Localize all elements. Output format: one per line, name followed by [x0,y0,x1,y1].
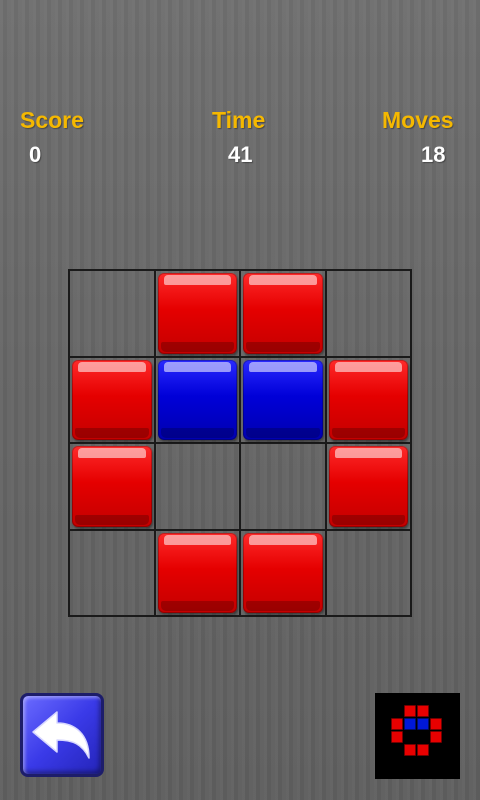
preview-red-tile [404,705,416,717]
board-cell[interactable] [154,529,240,616]
red-tile[interactable] [72,359,152,440]
preview-red-tile [391,718,403,730]
preview-blue-tile [417,718,429,730]
back-button[interactable] [20,693,104,777]
preview-red-tile [430,718,442,730]
board-cell[interactable] [69,270,155,357]
board-cell[interactable] [69,529,155,616]
board-cell[interactable] [325,443,411,530]
red-tile[interactable] [243,273,323,354]
time-value: 41 [228,142,253,167]
red-tile[interactable] [157,273,237,354]
board-cell[interactable] [325,529,411,616]
score-value: 0 [29,142,42,167]
target-pattern-preview [375,693,460,779]
board-cell[interactable] [69,443,155,530]
blue-tile[interactable] [157,359,237,440]
preview-red-tile [417,744,429,756]
preview-red-tile [404,744,416,756]
time-label: Time [212,107,266,133]
red-tile[interactable] [157,532,237,613]
board-cell[interactable] [240,270,326,357]
moves-value: 18 [421,142,446,167]
red-tile[interactable] [72,446,152,527]
board-cell[interactable] [325,356,411,443]
board-cell[interactable] [240,529,326,616]
preview-red-tile [417,705,429,717]
board-cell[interactable] [154,443,240,530]
preview-blue-tile [404,718,416,730]
score-label: Score [20,107,84,133]
board-cell[interactable] [240,356,326,443]
undo-arrow-icon [32,711,90,759]
red-tile[interactable] [328,446,408,527]
game-board [68,269,412,617]
preview-red-tile [430,731,442,743]
board-cell[interactable] [325,270,411,357]
board-cell[interactable] [154,270,240,357]
red-tile[interactable] [328,359,408,440]
board-cell[interactable] [69,356,155,443]
red-tile[interactable] [243,532,323,613]
moves-label: Moves [382,107,454,133]
board-cell[interactable] [240,443,326,530]
preview-red-tile [391,731,403,743]
blue-tile[interactable] [243,359,323,440]
board-cell[interactable] [154,356,240,443]
